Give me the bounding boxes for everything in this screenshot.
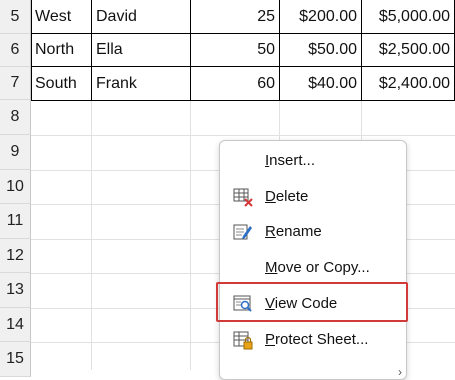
gridline <box>31 135 455 136</box>
row-header-10[interactable]: 10 <box>0 170 31 204</box>
cell-name[interactable]: Frank <box>92 67 191 100</box>
cell-price[interactable]: $40.00 <box>280 67 362 100</box>
row-header-6[interactable]: 6 <box>0 34 31 67</box>
cell-total[interactable]: $2,400.00 <box>362 67 455 100</box>
cell-total[interactable]: $5,000.00 <box>362 0 455 34</box>
protect-sheet-icon <box>233 330 253 350</box>
gridline <box>190 100 191 370</box>
cell-name[interactable]: David <box>92 0 191 34</box>
cell-region[interactable]: South <box>31 67 92 100</box>
menu-item-insert[interactable]: Insert... <box>220 143 406 178</box>
menu-item-label: Move or Copy... <box>265 259 370 276</box>
menu-item-label: Protect Sheet... <box>265 331 369 348</box>
row-header-7[interactable]: 7 <box>0 67 31 100</box>
row-header-9[interactable]: 9 <box>0 135 31 170</box>
menu-item-protect-sheet[interactable]: Protect Sheet... <box>220 322 406 357</box>
row-header-14[interactable]: 14 <box>0 308 31 342</box>
menu-item-label: Rename <box>265 223 322 240</box>
cell-qty[interactable]: 50 <box>191 34 280 67</box>
cell-price[interactable]: $50.00 <box>280 34 362 67</box>
sheet-tab-context-menu: Insert... Delete Rename Move or Copy... … <box>219 140 407 380</box>
cell-qty[interactable]: 60 <box>191 67 280 100</box>
menu-item-rename[interactable]: Rename <box>220 214 406 249</box>
row-header-15[interactable]: 15 <box>0 342 31 377</box>
row-header-13[interactable]: 13 <box>0 273 31 308</box>
view-code-highlight-box <box>216 282 408 322</box>
gridline <box>91 100 92 370</box>
cell-qty[interactable]: 25 <box>191 0 280 34</box>
cell-region[interactable]: West <box>31 0 92 34</box>
row-header-12[interactable]: 12 <box>0 239 31 273</box>
row-header-5[interactable]: 5 <box>0 0 31 34</box>
rename-sheet-icon <box>233 222 253 242</box>
chevron-right-icon: › <box>398 365 402 379</box>
row-header-8[interactable]: 8 <box>0 100 31 135</box>
delete-sheet-icon <box>233 187 253 207</box>
cell-name[interactable]: Ella <box>92 34 191 67</box>
menu-item-delete[interactable]: Delete <box>220 179 406 214</box>
cell-total[interactable]: $2,500.00 <box>362 34 455 67</box>
cell-region[interactable]: North <box>31 34 92 67</box>
menu-item-label: Delete <box>265 188 309 205</box>
row-header-11[interactable]: 11 <box>0 204 31 239</box>
menu-item-move-or-copy[interactable]: Move or Copy... <box>220 250 406 285</box>
cell-price[interactable]: $200.00 <box>280 0 362 34</box>
menu-item-label: Insert... <box>265 152 316 169</box>
